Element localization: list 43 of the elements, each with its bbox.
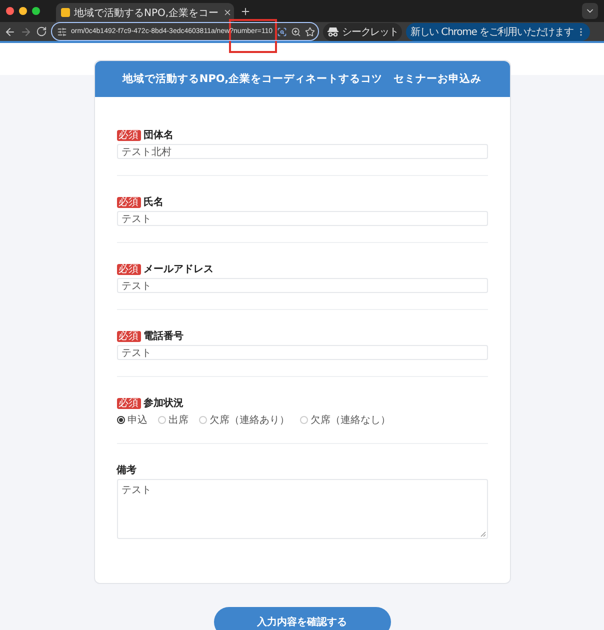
form-title: 地域で活動するNPO,企業をコーディネートするコツ セミナーお申込み — [122, 72, 482, 86]
radio-option[interactable]: 欠席（連絡あり） — [198, 412, 290, 426]
field-label: 備考 — [116, 464, 136, 477]
incognito-icon — [327, 26, 339, 36]
required-badge: 必須 — [116, 264, 140, 274]
field-label: 電話番号 — [144, 330, 184, 343]
text-input-field[interactable]: テスト — [116, 278, 488, 293]
field-label: 氏名 — [144, 196, 164, 209]
star-icon[interactable] — [304, 26, 315, 36]
required-badge: 必須 — [116, 330, 140, 342]
textarea-field[interactable]: テスト — [116, 479, 488, 539]
text-input-field[interactable]: テスト — [116, 211, 488, 226]
field-label: 団体名 — [144, 128, 174, 142]
field-label: メールアドレス — [144, 263, 214, 276]
maximize-window-dot[interactable] — [32, 7, 40, 15]
tab-title: 地域で活動するNPO,企業をコー — [74, 6, 219, 20]
text-input-field[interactable]: テスト — [116, 345, 488, 360]
close-window-dot[interactable] — [6, 7, 14, 15]
incognito-chip[interactable]: シークレット — [323, 22, 402, 40]
radio-option[interactable]: 出席 — [158, 412, 188, 426]
radio-option[interactable]: 欠席（連絡なし） — [300, 412, 390, 426]
radio-option[interactable]: 申込 — [116, 412, 148, 426]
browser-tab[interactable]: 地域で活動するNPO,企業をコー — [56, 3, 234, 22]
required-badge: 必須 — [116, 130, 140, 140]
minimize-window-dot[interactable] — [19, 7, 27, 15]
lens-icon[interactable] — [276, 26, 287, 36]
update-chrome-chip[interactable]: 新しい Chrome をご利用いただけます — [406, 22, 590, 40]
close-icon[interactable] — [222, 8, 232, 17]
favicon-icon — [61, 8, 70, 17]
resize-grip-icon[interactable] — [480, 531, 486, 537]
required-badge: 必須 — [116, 196, 140, 208]
zoom-icon[interactable] — [290, 26, 301, 36]
forward-arrow-icon[interactable] — [20, 26, 32, 38]
text-input-field[interactable]: テスト北村 — [116, 144, 488, 159]
sliders-icon[interactable] — [57, 26, 67, 36]
field-label: 参加状況 — [144, 396, 184, 410]
new-tab-icon[interactable] — [240, 6, 251, 16]
tab-list-button[interactable] — [582, 3, 598, 19]
radio-button[interactable] — [116, 416, 124, 424]
confirm-button[interactable]: 入力内容を確認する — [214, 607, 390, 630]
required-badge: 必須 — [116, 398, 140, 408]
reload-icon[interactable] — [36, 26, 47, 37]
back-arrow-icon[interactable] — [4, 26, 16, 38]
